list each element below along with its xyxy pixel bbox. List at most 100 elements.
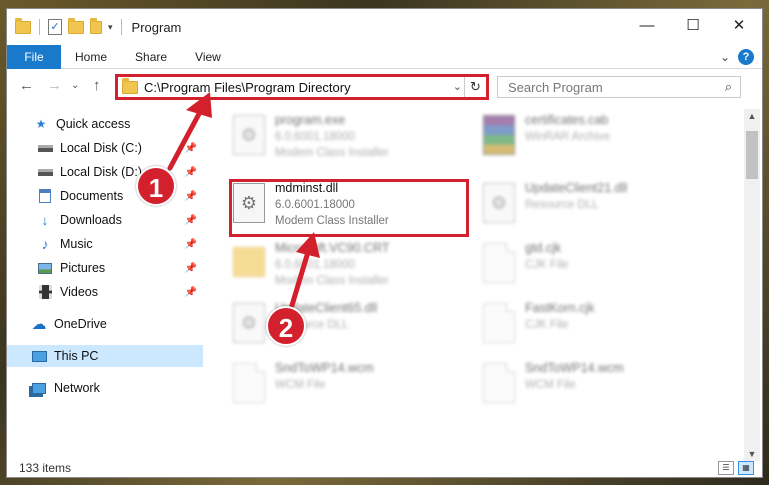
sidebar-item-label: Downloads [60, 213, 122, 227]
file-tile[interactable]: certificates.cab WinRAR Archive [475, 109, 715, 171]
window-title: Program [131, 19, 182, 35]
close-button[interactable]: ✕ [716, 9, 762, 41]
search-placeholder: Search Program [508, 79, 603, 95]
cloud-icon: ☁ [31, 316, 47, 333]
sidebar-item-label: Music [60, 237, 93, 251]
file-type: Resource DLL [525, 199, 599, 211]
tab-home[interactable]: Home [61, 50, 121, 64]
pin-icon[interactable]: 📌 [185, 215, 197, 226]
pin-icon[interactable]: 📌 [185, 239, 197, 250]
address-row: ← → ⌄ ↑ C:\Program Files\Program Directo… [7, 71, 762, 103]
exe-icon: ⚙ [233, 115, 265, 155]
vertical-scrollbar[interactable]: ▲ ▼ [744, 109, 760, 461]
star-icon: ★ [35, 117, 47, 131]
file-tile[interactable]: FastKorn.cjk CJK File [475, 297, 715, 359]
expand-ribbon-icon[interactable]: ⌄ [720, 50, 730, 64]
pin-icon[interactable]: 📌 [185, 143, 197, 154]
details-view-icon[interactable]: ☰ [718, 461, 734, 475]
item-count: 133 items [19, 461, 72, 475]
file-icon [483, 243, 515, 283]
help-icon[interactable]: ? [738, 49, 754, 65]
sidebar-item-videos[interactable]: Videos 📌 [7, 281, 203, 303]
pictures-icon [37, 261, 53, 275]
sidebar-item-music[interactable]: ♪ Music 📌 [7, 233, 203, 255]
properties-icon[interactable]: ✓ [48, 19, 62, 35]
sidebar-item-label: OneDrive [54, 317, 107, 331]
file-name: SndToWP14.wcm [525, 361, 624, 375]
status-bar: 133 items ☰ ▦ [7, 457, 762, 477]
address-dropdown-icon[interactable]: ⌄ [453, 80, 462, 93]
scroll-up-icon[interactable]: ▲ [744, 111, 760, 121]
music-icon: ♪ [41, 236, 49, 252]
file-tile[interactable]: ⚙ program.exe 6.0.6001.18000 Modem Class… [225, 109, 465, 171]
refresh-icon[interactable]: ↻ [464, 77, 486, 97]
file-tile[interactable]: SndToWP14.wcm WCM File [475, 357, 715, 419]
file-type: CJK File [525, 259, 569, 271]
folder-icon [122, 77, 138, 94]
file-icon [483, 303, 515, 343]
sidebar-item-this-pc[interactable]: This PC [7, 345, 203, 367]
customize-toolbar-icon[interactable] [90, 17, 102, 34]
up-arrow-icon[interactable]: ↑ [93, 77, 101, 94]
toolbar-dropdown-icon[interactable]: ▾ [108, 22, 113, 33]
file-type: WCM File [525, 379, 576, 391]
forward-arrow-icon[interactable]: → [47, 77, 62, 94]
folder-icon [233, 247, 265, 277]
search-icon[interactable]: ⌕ [725, 79, 732, 95]
file-tile[interactable]: SndToWP14.wcm WCM File [225, 357, 465, 419]
file-name: certificates.cab [525, 113, 609, 127]
sidebar-item-onedrive[interactable]: ☁ OneDrive [7, 313, 203, 335]
sidebar-item-downloads[interactable]: ↓ Downloads 📌 [7, 209, 203, 231]
pin-icon[interactable]: 📌 [185, 167, 197, 178]
computer-icon [31, 349, 47, 363]
sidebar-item-label: Network [54, 381, 100, 395]
window-controls: — ☐ ✕ [624, 9, 762, 41]
search-input[interactable]: Search Program ⌕ [497, 76, 741, 98]
tab-view[interactable]: View [181, 50, 235, 64]
file-description: Modem Class Installer [275, 275, 389, 287]
address-bar[interactable]: C:\Program Files\Program Directory ⌄ ↻ [115, 74, 489, 100]
minimize-button[interactable]: — [624, 9, 670, 41]
file-name: UpdateClient21.dll [525, 181, 628, 195]
downloads-icon: ↓ [41, 212, 49, 228]
maximize-button[interactable]: ☐ [670, 9, 716, 41]
sidebar-item-network[interactable]: Network [7, 377, 203, 399]
rar-icon [483, 115, 515, 155]
file-tile[interactable]: gtd.cjk CJK File [475, 237, 715, 299]
tab-share[interactable]: Share [121, 50, 181, 64]
tiles-view-icon[interactable]: ▦ [738, 461, 754, 475]
file-name: program.exe [275, 113, 346, 127]
sidebar-item-label: Pictures [60, 261, 106, 275]
file-tile[interactable]: ⚙ UpdateClient21.dll Resource DLL [475, 177, 715, 239]
file-tile[interactable]: Microsoft.VC90.CRT 6.0.6001.18000 Modem … [225, 237, 465, 299]
back-arrow-icon[interactable]: ← [19, 77, 34, 94]
recent-locations-icon[interactable]: ⌄ [71, 80, 79, 91]
dll-icon: ⚙ [483, 183, 515, 223]
file-name: SndToWP14.wcm [275, 361, 374, 375]
network-icon [31, 381, 47, 395]
videos-icon [37, 285, 53, 299]
sidebar-item-quick-access[interactable]: ★ Quick access [7, 113, 203, 135]
pin-icon[interactable]: 📌 [185, 263, 197, 274]
file-list: ⚙ program.exe 6.0.6001.18000 Modem Class… [225, 109, 735, 459]
pin-icon[interactable]: 📌 [185, 191, 197, 202]
view-buttons: ☰ ▦ [718, 461, 754, 475]
documents-icon [37, 189, 53, 203]
new-folder-icon[interactable] [68, 17, 84, 34]
pin-icon[interactable]: 📌 [185, 287, 197, 298]
folder-icon [15, 17, 31, 34]
step-2-badge: 2 [266, 306, 306, 346]
sidebar-item-label: Documents [60, 189, 124, 203]
sidebar-item-pictures[interactable]: Pictures 📌 [7, 257, 203, 279]
ribbon-tabs: File Home Share View ⌄ ? [7, 44, 762, 69]
sidebar-item-local-disk-c[interactable]: Local Disk (C:) 📌 [7, 137, 203, 159]
sidebar-item-label: Videos [60, 285, 98, 299]
tab-file[interactable]: File [7, 44, 61, 69]
explorer-window: ✓ ▾ Program — ☐ ✕ File Home Share View ⌄… [6, 8, 763, 478]
title-bar: ✓ ▾ Program — ☐ ✕ [7, 9, 762, 45]
address-path[interactable]: C:\Program Files\Program Directory [144, 80, 351, 95]
drive-icon [37, 141, 53, 155]
file-tile[interactable]: ⚙ UpdateClient65.dll Resource DLL [225, 297, 465, 359]
scrollbar-thumb[interactable] [746, 131, 758, 179]
file-type: WCM File [275, 379, 326, 391]
